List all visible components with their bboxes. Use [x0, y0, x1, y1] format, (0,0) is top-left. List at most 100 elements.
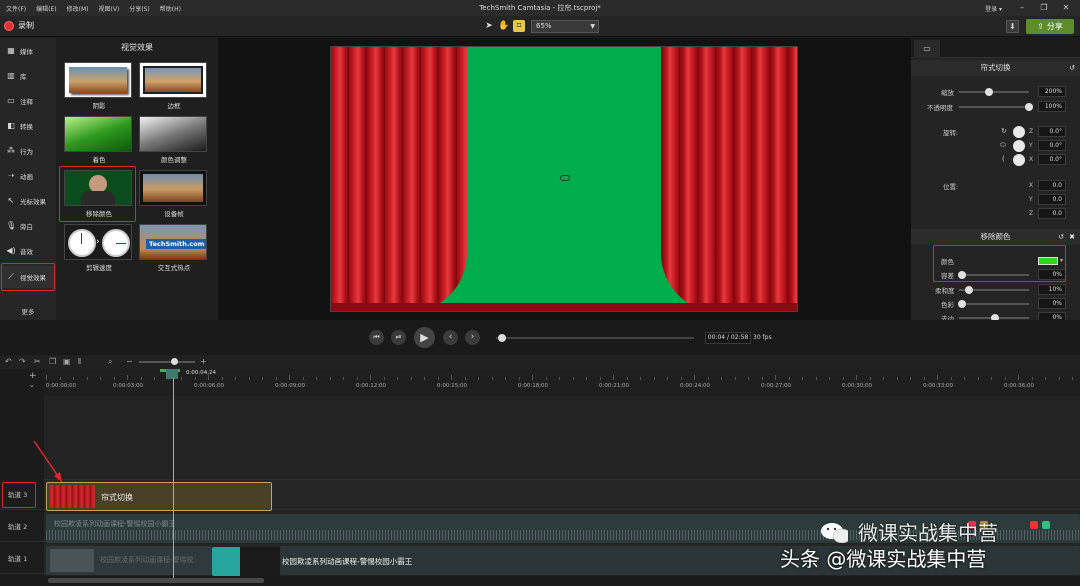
- step-back-icon[interactable]: ⏮: [369, 330, 384, 345]
- effect-clip-speed[interactable]: › 剪辑速度: [64, 224, 134, 272]
- slider-knob[interactable]: [1025, 103, 1033, 111]
- paste-icon[interactable]: ▣: [63, 357, 71, 366]
- tab-visual-properties[interactable]: ▭: [914, 40, 940, 58]
- defringe-slider[interactable]: [959, 314, 1029, 322]
- sidebar-item-label: 转换: [20, 123, 33, 131]
- copy-icon[interactable]: ❐: [49, 357, 56, 366]
- record-button[interactable]: 录制: [4, 20, 34, 31]
- rotation-y-value[interactable]: 0.0°: [1038, 140, 1066, 151]
- slider-knob[interactable]: [985, 88, 993, 96]
- menu-help[interactable]: 帮助(H): [160, 4, 181, 13]
- zoom-out-icon[interactable]: −: [126, 357, 133, 366]
- redo-icon[interactable]: ↷: [19, 357, 26, 366]
- crop-icon[interactable]: ⌗: [513, 20, 525, 32]
- slider-knob[interactable]: [171, 358, 178, 365]
- rotate-y-dial[interactable]: [1013, 140, 1025, 152]
- ruler-minor-tick: [194, 377, 196, 380]
- rotate-z-dial[interactable]: [1013, 126, 1025, 138]
- position-y-value[interactable]: 0.0: [1038, 194, 1066, 205]
- timeline-zoom-slider[interactable]: [139, 358, 195, 365]
- menu-edit[interactable]: 编辑(E): [36, 4, 56, 13]
- slider-knob[interactable]: [965, 286, 973, 294]
- scrubber-knob[interactable]: [498, 334, 506, 342]
- restore-icon[interactable]: ❐: [1038, 2, 1050, 14]
- download-button[interactable]: ⬇: [1006, 20, 1019, 33]
- cut-icon[interactable]: ✂: [34, 357, 41, 366]
- softness-slider[interactable]: [959, 286, 1029, 294]
- zoom-in-icon[interactable]: +: [200, 357, 207, 366]
- previous-icon[interactable]: ‹: [443, 330, 458, 345]
- timeline-scrollbar[interactable]: [44, 576, 1080, 586]
- sidebar-item-media[interactable]: ▦ 媒体: [0, 40, 56, 62]
- undo-icon[interactable]: ↶: [5, 357, 12, 366]
- sidebar-item-library[interactable]: ▥ 库: [0, 65, 56, 87]
- minimize-icon[interactable]: –: [1016, 2, 1028, 14]
- pointer-icon[interactable]: ➤: [483, 20, 495, 32]
- sidebar-item-audio-effects[interactable]: ◀) 音效: [0, 240, 56, 262]
- more-button[interactable]: 更多: [0, 306, 56, 316]
- zoom-select[interactable]: 65% ▼: [531, 20, 599, 33]
- close-icon[interactable]: ✕: [1060, 2, 1072, 14]
- scale-value[interactable]: 200%: [1038, 86, 1066, 97]
- menu-modify[interactable]: 修改(M): [67, 4, 89, 13]
- reset-icon[interactable]: ↺: [1058, 229, 1064, 245]
- effect-colorize[interactable]: 着色: [64, 116, 134, 164]
- chevron-down-icon[interactable]: ⌄: [29, 381, 35, 389]
- softness-value[interactable]: 10%: [1038, 284, 1066, 295]
- effect-drop-shadow[interactable]: 阴影: [64, 62, 134, 110]
- scrubber-track[interactable]: [496, 334, 694, 342]
- sidebar-item-behaviors[interactable]: ⁂ 行为: [0, 140, 56, 162]
- split-icon[interactable]: ⫴: [78, 357, 81, 367]
- frame-step-icon[interactable]: ⏯: [391, 330, 406, 345]
- opacity-slider[interactable]: [959, 103, 1033, 111]
- track-2-header[interactable]: 轨道 2: [0, 512, 44, 542]
- scrollbar-thumb[interactable]: [48, 578, 264, 583]
- position-x-value[interactable]: 0.0: [1038, 180, 1066, 191]
- track-1-header[interactable]: 轨道 1: [0, 544, 44, 574]
- hue-slider[interactable]: [958, 300, 1029, 308]
- hand-icon[interactable]: ✋: [498, 20, 510, 32]
- hue-value[interactable]: 0%: [1038, 298, 1066, 309]
- center-handle-icon[interactable]: [560, 175, 570, 181]
- opacity-value[interactable]: 100%: [1038, 101, 1066, 112]
- ruler-minor-tick: [761, 377, 763, 380]
- sidebar-item-cursor-effects[interactable]: ↖ 光标效果: [0, 190, 56, 212]
- rotation-x-value[interactable]: 0.0°: [1038, 154, 1066, 165]
- sidebar-item-narration[interactable]: 🎙 旁白: [0, 215, 56, 237]
- next-icon[interactable]: ›: [465, 330, 480, 345]
- menu-file[interactable]: 文件(F): [6, 4, 26, 13]
- canvas-area[interactable]: [218, 38, 911, 320]
- techsmith-badge: TechSmith.com: [146, 239, 206, 249]
- curtain-clip[interactable]: 帘式切换: [46, 482, 272, 511]
- timeline-ruler[interactable]: 0:00:04;24 0:00:00;00 0:00:03;00 0:00:06;0…: [44, 369, 1080, 395]
- reset-icon[interactable]: ↺: [1069, 60, 1075, 76]
- effect-device-frame[interactable]: 设备帧: [139, 170, 209, 218]
- section-curtain-transition[interactable]: 帘式切换 ↺: [911, 60, 1080, 76]
- preview-stage[interactable]: [330, 46, 798, 312]
- section-remove-color[interactable]: 移除颜色 ↺ ✖: [911, 229, 1080, 245]
- tools-sidebar: ▦ 媒体 ▥ 库 ▭ 注释 ◧ 转换 ⁂ 行为 ➝ 动画 ↖ 光标效果 🎙 旁白 ◀) 音效 ⟋ 视…: [0, 38, 56, 320]
- play-icon[interactable]: ▶: [414, 327, 435, 348]
- rotation-z-value[interactable]: 0.0°: [1038, 126, 1066, 137]
- slider-knob[interactable]: [958, 300, 966, 308]
- clip-name: 校园欺凌系列动画课程-警惕校: [100, 556, 194, 564]
- scale-slider[interactable]: [959, 88, 1029, 96]
- download-icon: ⬇: [1009, 22, 1016, 31]
- close-icon[interactable]: ✖: [1069, 229, 1075, 245]
- login-button[interactable]: 登录 ▾: [985, 4, 1002, 13]
- menu-view[interactable]: 视图(V): [98, 4, 119, 13]
- video-clip-track1a[interactable]: 校园欺凌系列动画课程-警惕校: [46, 546, 212, 575]
- rotate-x-dial[interactable]: [1013, 154, 1025, 166]
- effect-border[interactable]: 边框: [139, 62, 209, 110]
- add-track-icon[interactable]: +: [29, 371, 37, 381]
- scale-row: 缩放 200%: [911, 85, 1080, 99]
- position-z-value[interactable]: 0.0: [1038, 208, 1066, 219]
- search-icon[interactable]: ⌕: [108, 357, 112, 367]
- sidebar-item-transitions[interactable]: ◧ 转换: [0, 115, 56, 137]
- sidebar-item-annotations[interactable]: ▭ 注释: [0, 90, 56, 112]
- effect-color-adjustment[interactable]: 颜色调整: [139, 116, 209, 164]
- share-button[interactable]: ⇪ 分享: [1026, 19, 1074, 34]
- menu-share[interactable]: 分享(S): [129, 4, 150, 13]
- sidebar-item-animations[interactable]: ➝ 动画: [0, 165, 56, 187]
- effect-interactive-hotspot[interactable]: TechSmith.com 交互式热点: [139, 224, 209, 272]
